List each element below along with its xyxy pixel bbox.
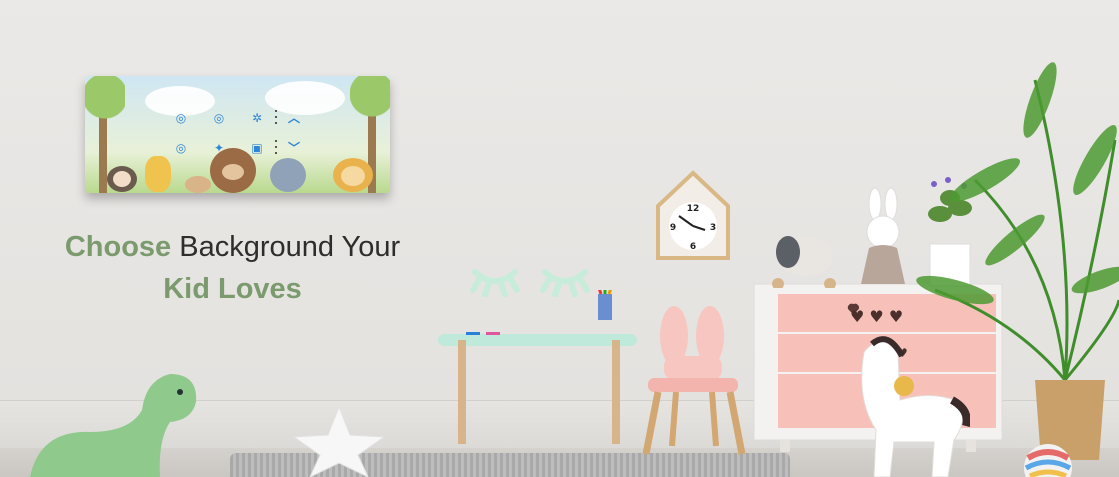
small-animal-figure (185, 176, 211, 193)
bear-muzzle (222, 164, 244, 180)
clock-number-3: 3 (710, 223, 716, 233)
clock-number-6: 6 (690, 242, 696, 252)
dinosaur-plush (30, 374, 197, 477)
monkey-face (113, 171, 131, 187)
svg-text:♥ ♥ ♥: ♥ ♥ ♥ (850, 307, 903, 326)
light-icon[interactable]: ◎ (175, 142, 187, 154)
headline-highlight-choose: Choose (64, 231, 172, 263)
clock-number-12: 12 (687, 204, 700, 214)
koala-figure (270, 158, 306, 192)
rocking-horse (861, 336, 970, 477)
kids-desk (438, 290, 637, 444)
plug-icon[interactable]: ▣ (251, 142, 263, 154)
bunny-chair (642, 306, 746, 455)
giraffe-figure (145, 156, 171, 192)
house-clock: 12 3 6 9 (656, 170, 730, 260)
divider-dots (275, 110, 277, 126)
bunny-plush (861, 187, 905, 284)
light-icon[interactable]: ◎ (175, 112, 187, 124)
headline: Choose Background Your Kid Loves (40, 226, 425, 310)
headline-text: Background Your (171, 231, 401, 263)
room-background: ◎ ◎ ✲ ︿ ◎ ✦ ▣ ﹀ Choose Background Your K… (0, 0, 1119, 477)
beach-ball (1024, 444, 1072, 477)
lion-face (341, 166, 365, 186)
elephant-toy (772, 236, 836, 288)
star-plush (292, 405, 386, 477)
divider-dots (275, 140, 277, 156)
clock-number-9: 9 (670, 223, 676, 233)
switch-panel-preview[interactable]: ◎ ◎ ✲ ︿ ◎ ✦ ▣ ﹀ (85, 76, 390, 193)
chevron-up-icon[interactable]: ︿ (288, 112, 300, 124)
light-icon[interactable]: ◎ (213, 112, 225, 124)
headline-highlight-kid-loves: Kid Loves (163, 273, 302, 305)
chevron-down-icon[interactable]: ﹀ (288, 142, 300, 154)
fan-icon[interactable]: ✲ (251, 112, 263, 124)
cloud-shape (265, 81, 345, 115)
